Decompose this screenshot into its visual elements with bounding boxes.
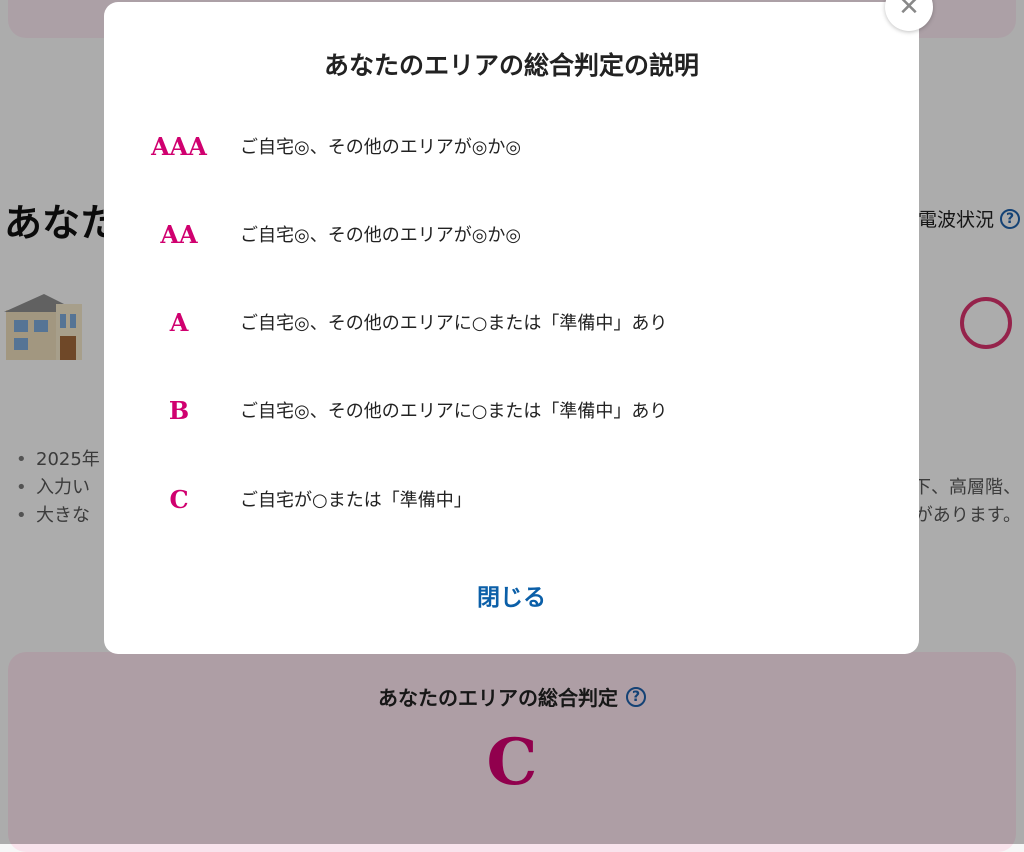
grade-label: AAA	[151, 131, 207, 161]
grade-explanation-dialog: あなたのエリアの総合判定の説明 AAA ご自宅◎、その他のエリアが◎か◎ AA …	[104, 2, 919, 654]
grade-description: ご自宅◎、その他のエリアに○または「準備中」あり	[240, 313, 668, 334]
grade-label: A	[169, 307, 189, 337]
grade-row-c: C ご自宅が○または「準備中」	[104, 479, 919, 519]
grade-row-b: B ご自宅◎、その他のエリアに○または「準備中」あり	[104, 390, 919, 430]
grade-label: C	[169, 484, 189, 514]
grade-row-a: A ご自宅◎、その他のエリアに○または「準備中」あり	[104, 302, 919, 342]
grade-label: B	[168, 395, 190, 425]
grade-description: ご自宅が○または「準備中」	[240, 490, 472, 511]
grade-row-aa: AA ご自宅◎、その他のエリアが◎か◎	[104, 214, 919, 254]
grade-description: ご自宅◎、その他のエリアに○または「準備中」あり	[240, 401, 668, 422]
grade-description: ご自宅◎、その他のエリアが◎か◎	[240, 137, 522, 158]
grade-row-aaa: AAA ご自宅◎、その他のエリアが◎か◎	[104, 126, 919, 166]
grade-description: ご自宅◎、その他のエリアが◎か◎	[240, 225, 522, 246]
close-button[interactable]: 閉じる	[104, 578, 919, 612]
grade-label: AA	[160, 219, 198, 249]
dialog-title: あなたのエリアの総合判定の説明	[323, 51, 699, 80]
